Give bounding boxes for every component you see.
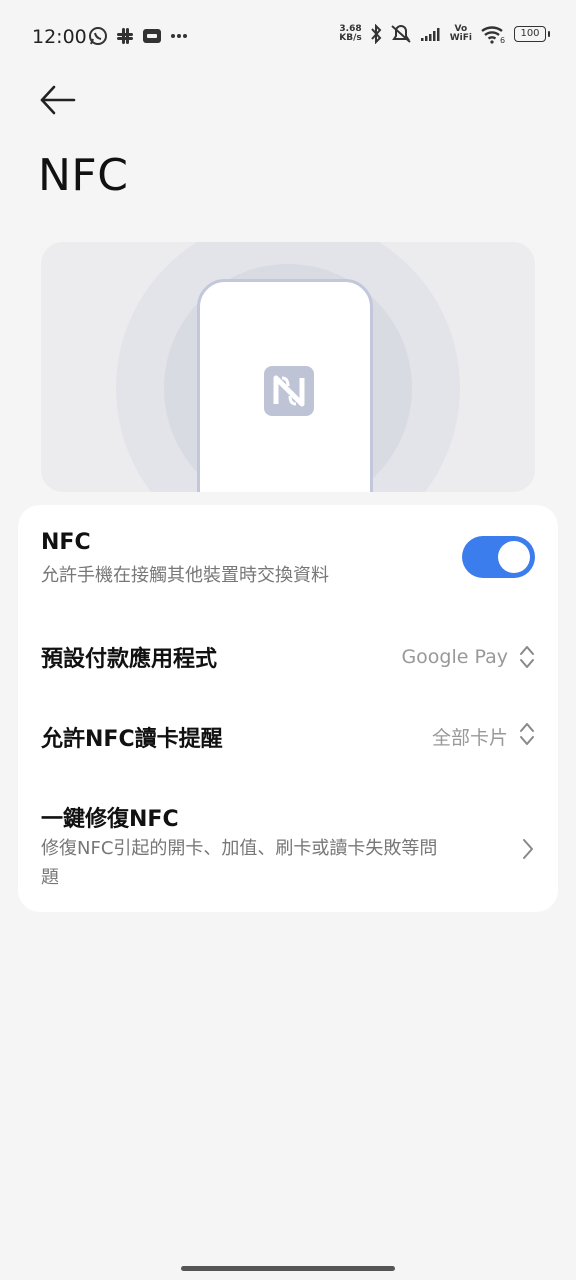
settings-card: NFC 允許手機在接觸其他裝置時交換資料 預設付款應用程式 Google Pay…	[18, 505, 558, 912]
card-reader-alert-value: 全部卡片	[431, 727, 508, 749]
page-title: NFC	[38, 150, 129, 201]
card-reader-alert-row[interactable]: 允許NFC讀卡提醒 全部卡片	[18, 695, 558, 779]
up-down-chevron-icon	[520, 723, 534, 745]
chevron-right-icon	[523, 839, 533, 859]
nfc-illustration	[41, 242, 535, 492]
notification-icons	[88, 26, 188, 46]
up-down-chevron-icon	[520, 646, 534, 668]
more-icon	[171, 34, 187, 38]
whatsapp-icon	[89, 27, 107, 45]
wifi-icon: 6	[481, 26, 505, 44]
nfc-toggle-subtitle: 允許手機在接觸其他裝置時交換資料	[41, 565, 329, 586]
mute-icon	[391, 25, 411, 43]
nfc-switch[interactable]	[462, 536, 535, 578]
one-click-repair-subtitle-line1: 修復NFC引起的開卡、加值、刷卡或讀卡失敗等問	[41, 838, 438, 859]
back-button[interactable]	[38, 82, 82, 118]
one-click-repair-subtitle-line2: 題	[41, 867, 59, 888]
home-indicator[interactable]	[181, 1266, 395, 1271]
default-payment-title: 預設付款應用程式	[41, 647, 218, 672]
one-click-repair-row[interactable]: 一鍵修復NFC 修復NFC引起的開卡、加值、刷卡或讀卡失敗等問 題	[18, 779, 558, 912]
bluetooth-icon	[371, 24, 382, 44]
one-click-repair-title: 一鍵修復NFC	[41, 807, 179, 832]
game-icon	[143, 29, 161, 43]
nfc-n-mark-icon	[264, 366, 314, 416]
vowifi-icon: Vo WiFi	[450, 25, 472, 43]
nfc-toggle-title: NFC	[41, 530, 91, 555]
net-speed-unit: KB/s	[339, 33, 362, 43]
vowifi-bottom: WiFi	[449, 33, 472, 43]
slack-icon	[117, 28, 133, 44]
nfc-switch-knob	[498, 541, 530, 573]
default-payment-row[interactable]: 預設付款應用程式 Google Pay	[18, 611, 558, 695]
system-icons: 3.68 KB/s Vo WiFi 6 100	[339, 24, 550, 44]
wifi-badge: 6	[500, 36, 505, 44]
net-speed: 3.68 KB/s	[339, 25, 361, 43]
card-reader-alert-title: 允許NFC讀卡提醒	[41, 727, 223, 752]
status-bar: 12:00 3.68 KB/s Vo WiFi 6 100	[0, 0, 576, 74]
nfc-toggle-row[interactable]: NFC 允許手機在接觸其他裝置時交換資料	[18, 505, 558, 611]
default-payment-value: Google Pay	[401, 646, 508, 668]
signal-icon	[420, 28, 440, 41]
status-time: 12:00	[32, 26, 87, 48]
arrow-left-icon	[40, 85, 76, 115]
phone-illustration	[197, 279, 373, 492]
battery-icon: 100	[514, 26, 550, 42]
